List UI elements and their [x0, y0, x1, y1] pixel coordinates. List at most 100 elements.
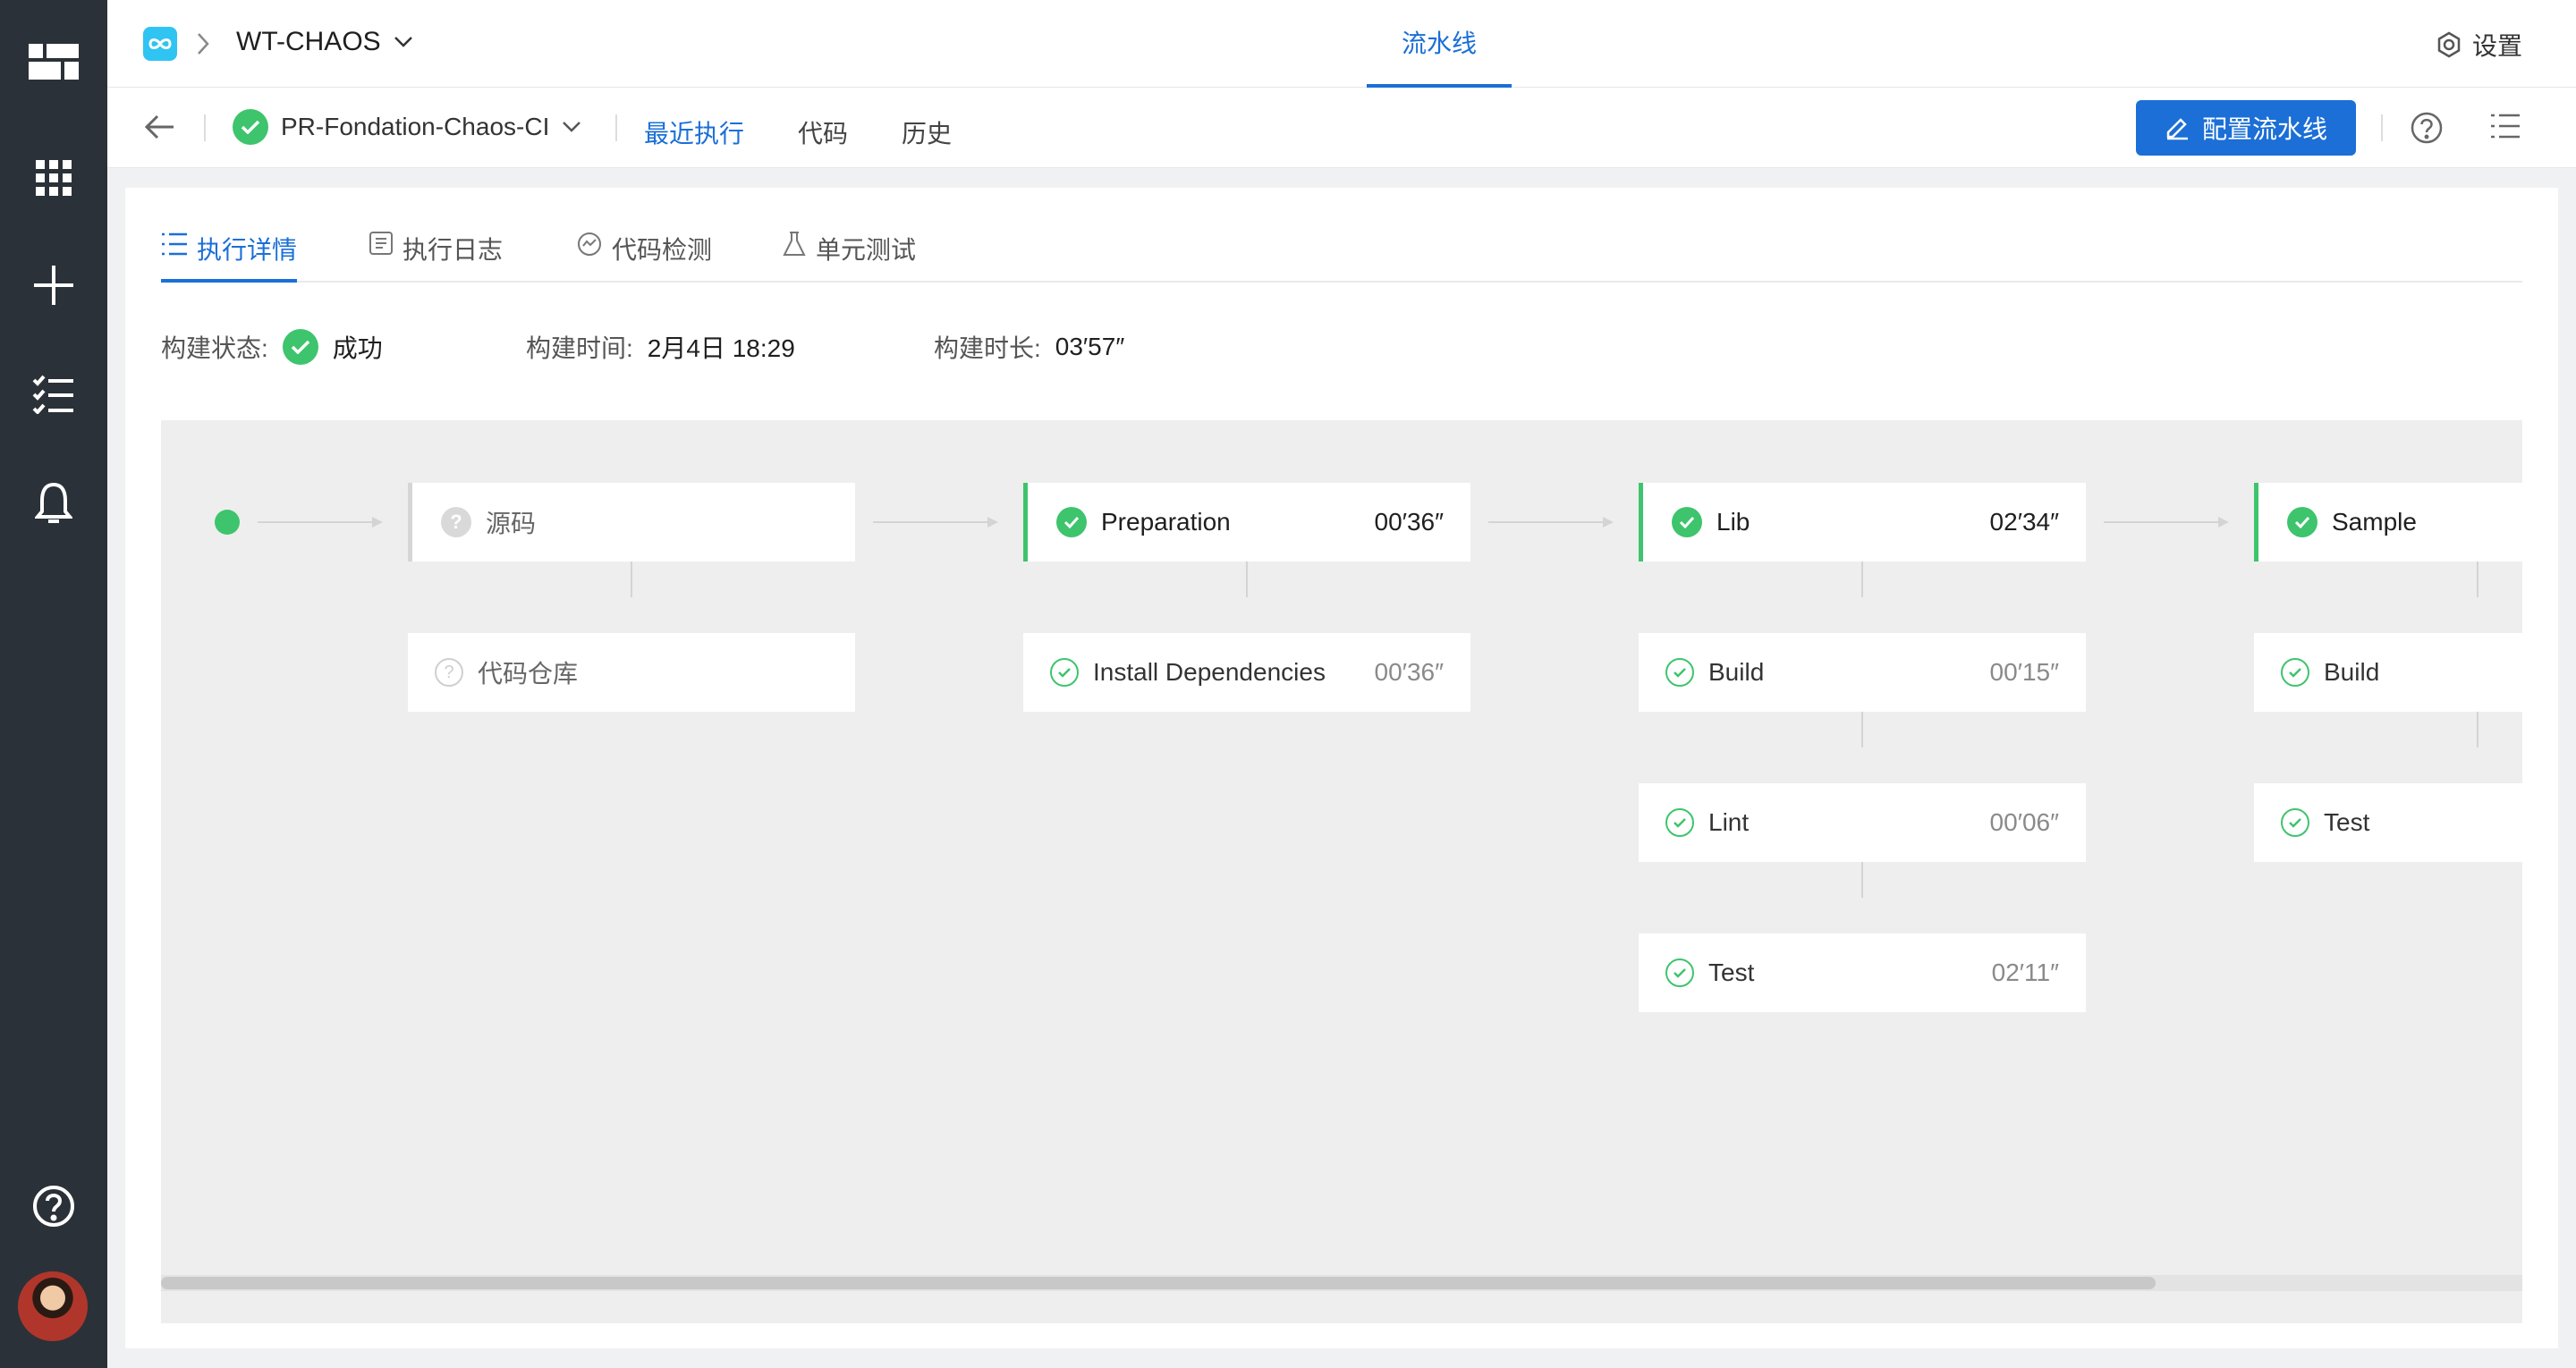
- app-logo-icon[interactable]: [143, 27, 177, 61]
- job-sample-test[interactable]: Test: [2254, 783, 2522, 862]
- build-duration-value: 03′57″: [1055, 333, 1125, 360]
- tab-execution-details[interactable]: 执行详情: [161, 231, 298, 283]
- job-lib-build[interactable]: Build 00′15″: [1639, 633, 2086, 712]
- job-name: Build: [1708, 658, 1765, 686]
- job-install-dependencies[interactable]: Install Dependencies 00′36″: [1023, 633, 1470, 712]
- arrow-icon: [1603, 517, 1614, 528]
- build-duration-label: 构建时长:: [934, 334, 1041, 362]
- connector: [258, 521, 374, 523]
- success-check-icon: [2287, 507, 2318, 537]
- connector: [1861, 862, 1863, 898]
- chevron-down-icon: [563, 122, 581, 132]
- success-check-icon: [233, 109, 268, 145]
- success-check-outline-icon: [1665, 808, 1694, 837]
- task-list-icon[interactable]: [0, 354, 107, 435]
- build-status: 构建状态: 成功: [161, 329, 383, 365]
- job-lib-lint[interactable]: Lint 00′06″: [1639, 783, 2086, 862]
- inspection-icon: [578, 232, 601, 256]
- tab-execution-log[interactable]: 执行日志: [369, 231, 503, 283]
- job-duration: 00′36″: [1374, 658, 1444, 686]
- help-icon[interactable]: [0, 1166, 107, 1246]
- help-circle-icon[interactable]: [2410, 111, 2444, 145]
- arrow-icon: [2218, 517, 2229, 528]
- stage-name: Lib: [1716, 508, 1750, 536]
- build-status-label: 构建状态:: [161, 334, 268, 362]
- arrow-icon: [372, 517, 383, 528]
- pipeline-start-node: [215, 510, 240, 535]
- horizontal-scrollbar[interactable]: [161, 1275, 2522, 1291]
- add-icon[interactable]: [0, 245, 107, 325]
- notification-bell-icon[interactable]: [0, 463, 107, 544]
- job-duration: 00′06″: [1989, 808, 2059, 836]
- success-check-icon: [1056, 507, 1087, 537]
- job-lib-test[interactable]: Test 02′11″: [1639, 933, 2086, 1012]
- tab-label: 执行日志: [402, 236, 504, 264]
- question-icon: ?: [441, 507, 471, 537]
- connector: [631, 562, 632, 597]
- log-document-icon: [369, 232, 393, 255]
- job-name: Build: [2324, 658, 2380, 686]
- connector: [1861, 712, 1863, 747]
- success-check-outline-icon: [2281, 658, 2309, 687]
- stage-name: 源码: [486, 510, 537, 537]
- success-check-outline-icon: [1050, 658, 1079, 687]
- job-name: Lint: [1708, 808, 1750, 836]
- stage-sample[interactable]: Sample: [2254, 483, 2522, 562]
- top-bar: WT-CHAOS 流水线 设置: [107, 0, 2576, 88]
- scrollbar-thumb[interactable]: [161, 1277, 2156, 1289]
- connector: [1861, 562, 1863, 597]
- divider: [615, 114, 617, 141]
- build-time-value: 2月4日 18:29: [647, 334, 795, 362]
- link-code[interactable]: 代码: [798, 114, 848, 150]
- link-recent-run[interactable]: 最近执行: [644, 114, 744, 150]
- pipeline-selector[interactable]: PR-Fondation-Chaos-CI: [233, 109, 581, 145]
- connector: [2477, 712, 2479, 747]
- project-selector[interactable]: WT-CHAOS: [236, 27, 413, 57]
- job-name: Install Dependencies: [1093, 658, 1326, 686]
- job-duration: 02′11″: [1991, 958, 2059, 986]
- stage-duration: 02′34″: [1989, 508, 2059, 536]
- stage-lib[interactable]: Lib 02′34″: [1639, 483, 2086, 562]
- chevron-down-icon: [394, 37, 412, 47]
- tab-label: 执行详情: [197, 236, 298, 264]
- job-name: Test: [1708, 958, 1755, 986]
- job-code-repo[interactable]: ? 代码仓库: [408, 633, 855, 712]
- success-check-icon: [1672, 507, 1702, 537]
- back-arrow-icon[interactable]: [143, 113, 175, 141]
- detail-tabs: 执行详情 执行日志 代码检测 单元测试: [161, 218, 2522, 283]
- configure-pipeline-label: 配置流水线: [2201, 115, 2327, 143]
- list-menu-icon[interactable]: [2490, 111, 2521, 141]
- dashboard-icon[interactable]: [0, 21, 107, 102]
- build-time: 构建时间: 2月4日 18:29: [526, 329, 795, 365]
- stage-name: Sample: [2332, 508, 2417, 536]
- tab-code-inspection[interactable]: 代码检测: [576, 231, 712, 283]
- success-check-outline-icon: [2281, 808, 2309, 837]
- avatar[interactable]: [18, 1271, 88, 1341]
- job-name: Test: [2324, 808, 2370, 836]
- stage-source[interactable]: ? 源码: [408, 483, 855, 562]
- connector: [1246, 562, 1248, 597]
- job-sample-build[interactable]: Build: [2254, 633, 2522, 712]
- connector: [2104, 521, 2220, 523]
- settings-button[interactable]: 设置: [2435, 27, 2522, 63]
- success-check-icon: [282, 329, 318, 365]
- build-time-label: 构建时间:: [526, 334, 633, 362]
- settings-label: 设置: [2471, 32, 2522, 60]
- apps-grid-icon[interactable]: [0, 138, 107, 218]
- job-duration: 00′15″: [1989, 658, 2059, 686]
- question-outline-icon: ?: [435, 658, 463, 687]
- gear-icon: [2437, 31, 2461, 58]
- configure-pipeline-button[interactable]: 配置流水线: [2136, 100, 2356, 156]
- tab-unit-test[interactable]: 单元测试: [782, 231, 916, 283]
- link-history[interactable]: 历史: [902, 114, 952, 150]
- tab-pipeline[interactable]: 流水线: [1367, 0, 1512, 88]
- connector: [873, 521, 989, 523]
- left-rail: [0, 0, 107, 1368]
- connector: [2477, 562, 2479, 597]
- project-name: WT-CHAOS: [236, 27, 381, 56]
- chevron-right-icon: [198, 33, 209, 55]
- edit-pencil-icon: [2166, 118, 2188, 140]
- stage-preparation[interactable]: Preparation 00′36″: [1023, 483, 1470, 562]
- pipeline-canvas[interactable]: ? 源码 ? 代码仓库 Preparation 00′36″ Install D…: [161, 420, 2522, 1323]
- success-check-outline-icon: [1665, 958, 1694, 987]
